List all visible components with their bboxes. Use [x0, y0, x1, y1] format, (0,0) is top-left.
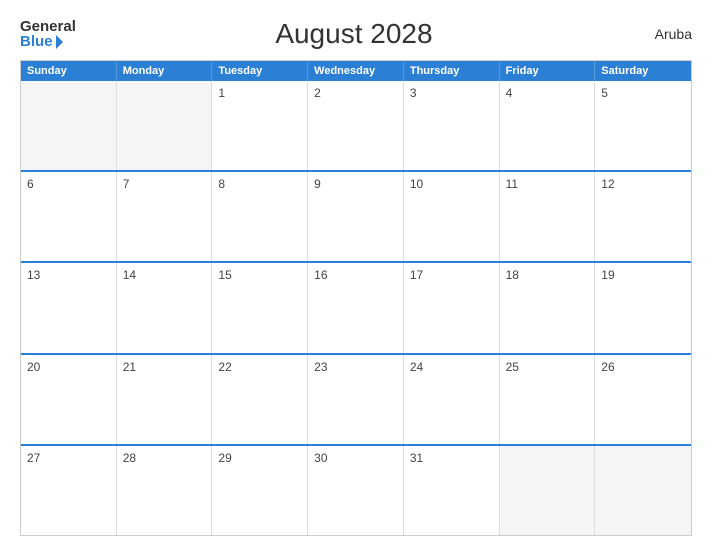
calendar-cell: 7 [117, 172, 213, 261]
day-number: 25 [506, 360, 589, 374]
calendar-cell: 14 [117, 263, 213, 352]
day-number: 5 [601, 86, 685, 100]
calendar-cell: 27 [21, 446, 117, 535]
calendar-page: General Blue August 2028 Aruba Sunday Mo… [0, 0, 712, 550]
calendar-cell: 28 [117, 446, 213, 535]
header-thursday: Thursday [404, 61, 500, 81]
calendar-cell: 18 [500, 263, 596, 352]
calendar-cell: 2 [308, 81, 404, 170]
calendar-cell: 22 [212, 355, 308, 444]
calendar-cell: 31 [404, 446, 500, 535]
calendar-cell: 21 [117, 355, 213, 444]
calendar-cell: 29 [212, 446, 308, 535]
calendar-week-3: 13 14 15 16 17 18 19 [21, 261, 691, 352]
header-monday: Monday [117, 61, 213, 81]
calendar-cell [117, 81, 213, 170]
calendar-cell: 12 [595, 172, 691, 261]
day-number: 16 [314, 268, 397, 282]
country-label: Aruba [632, 26, 692, 42]
day-number: 11 [506, 177, 589, 191]
day-number: 27 [27, 451, 110, 465]
day-number: 14 [123, 268, 206, 282]
day-number: 6 [27, 177, 110, 191]
day-number: 18 [506, 268, 589, 282]
header-wednesday: Wednesday [308, 61, 404, 81]
header: General Blue August 2028 Aruba [20, 18, 692, 50]
calendar-header-row: Sunday Monday Tuesday Wednesday Thursday… [21, 61, 691, 81]
logo-triangle-icon [56, 35, 63, 49]
day-number: 13 [27, 268, 110, 282]
calendar-cell: 23 [308, 355, 404, 444]
weeks-container: 1234567891011121314151617181920212223242… [21, 81, 691, 535]
day-number: 21 [123, 360, 206, 374]
day-number: 28 [123, 451, 206, 465]
calendar-cell: 30 [308, 446, 404, 535]
calendar-cell: 17 [404, 263, 500, 352]
day-number: 22 [218, 360, 301, 374]
calendar-cell: 6 [21, 172, 117, 261]
calendar-cell: 8 [212, 172, 308, 261]
calendar-cell [595, 446, 691, 535]
calendar-cell: 15 [212, 263, 308, 352]
day-number: 7 [123, 177, 206, 191]
day-number: 8 [218, 177, 301, 191]
day-number: 26 [601, 360, 685, 374]
calendar-cell: 1 [212, 81, 308, 170]
day-number: 20 [27, 360, 110, 374]
header-friday: Friday [500, 61, 596, 81]
day-number: 4 [506, 86, 589, 100]
calendar-cell: 16 [308, 263, 404, 352]
day-number: 2 [314, 86, 397, 100]
calendar-cell: 25 [500, 355, 596, 444]
day-number: 23 [314, 360, 397, 374]
day-number: 17 [410, 268, 493, 282]
day-number: 12 [601, 177, 685, 191]
day-number: 29 [218, 451, 301, 465]
calendar-cell: 10 [404, 172, 500, 261]
calendar-week-1: 12345 [21, 81, 691, 170]
logo-blue-text: Blue [20, 34, 63, 49]
header-saturday: Saturday [595, 61, 691, 81]
day-number: 9 [314, 177, 397, 191]
calendar-title: August 2028 [76, 18, 632, 50]
calendar-week-5: 27 28 29 30 31 [21, 444, 691, 535]
calendar-grid: Sunday Monday Tuesday Wednesday Thursday… [20, 60, 692, 536]
header-sunday: Sunday [21, 61, 117, 81]
day-number: 3 [410, 86, 493, 100]
calendar-week-2: 6789 10 11 12 [21, 170, 691, 261]
header-tuesday: Tuesday [212, 61, 308, 81]
day-number: 15 [218, 268, 301, 282]
calendar-cell [500, 446, 596, 535]
calendar-cell [21, 81, 117, 170]
calendar-cell: 13 [21, 263, 117, 352]
calendar-cell: 20 [21, 355, 117, 444]
calendar-cell: 4 [500, 81, 596, 170]
calendar-cell: 24 [404, 355, 500, 444]
day-number: 1 [218, 86, 301, 100]
calendar-cell: 26 [595, 355, 691, 444]
calendar-cell: 19 [595, 263, 691, 352]
calendar-cell: 9 [308, 172, 404, 261]
day-number: 24 [410, 360, 493, 374]
calendar-cell: 5 [595, 81, 691, 170]
day-number: 30 [314, 451, 397, 465]
calendar-week-4: 20 21 22 23 24 25 26 [21, 353, 691, 444]
logo-general-text: General [20, 19, 76, 34]
day-number: 10 [410, 177, 493, 191]
day-number: 31 [410, 451, 493, 465]
day-number: 19 [601, 268, 685, 282]
calendar-cell: 11 [500, 172, 596, 261]
logo: General Blue [20, 19, 76, 49]
calendar-cell: 3 [404, 81, 500, 170]
